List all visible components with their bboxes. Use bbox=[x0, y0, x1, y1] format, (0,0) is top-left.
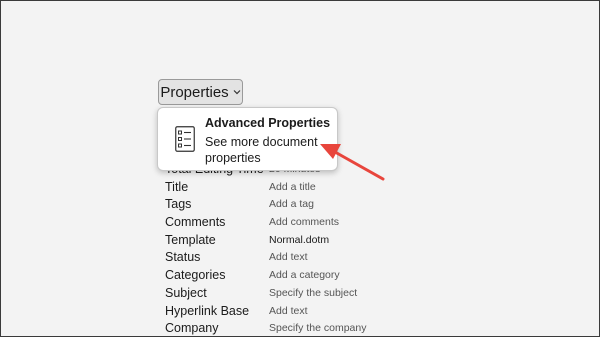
document-properties-panel: Properties Total Editing Time 20 Minutes… bbox=[0, 0, 600, 337]
property-label: Tags bbox=[165, 197, 192, 212]
properties-button-label: Properties bbox=[160, 83, 229, 101]
property-label: Comments bbox=[165, 215, 226, 230]
property-value[interactable]: Specify the subject bbox=[269, 285, 357, 303]
property-value[interactable]: Specify the company bbox=[269, 320, 366, 336]
property-label: Title bbox=[165, 179, 189, 194]
chevron-down-icon bbox=[233, 87, 241, 98]
properties-dropdown-button[interactable]: Properties bbox=[158, 79, 243, 105]
list-icon bbox=[175, 126, 195, 152]
property-label: Template bbox=[165, 232, 216, 247]
property-label: Categories bbox=[165, 268, 226, 283]
property-value[interactable]: Add text bbox=[269, 303, 308, 321]
advanced-properties-menu-item[interactable]: Advanced Properties See more document pr… bbox=[157, 107, 338, 171]
property-value[interactable]: Add a title bbox=[269, 179, 316, 197]
menu-item-title: Advanced Properties bbox=[205, 116, 331, 130]
property-label: Hyperlink Base bbox=[165, 303, 250, 318]
property-label: Company bbox=[165, 321, 219, 336]
property-value[interactable]: Add comments bbox=[269, 214, 339, 232]
property-value[interactable]: Add a category bbox=[269, 267, 340, 285]
property-label: Subject bbox=[165, 285, 207, 300]
property-value[interactable]: Add text bbox=[269, 249, 308, 267]
property-value: Normal.dotm bbox=[269, 233, 330, 246]
property-label: Status bbox=[165, 250, 201, 265]
property-value[interactable]: Add a tag bbox=[269, 196, 314, 214]
menu-item-description: See more document properties bbox=[205, 135, 318, 165]
